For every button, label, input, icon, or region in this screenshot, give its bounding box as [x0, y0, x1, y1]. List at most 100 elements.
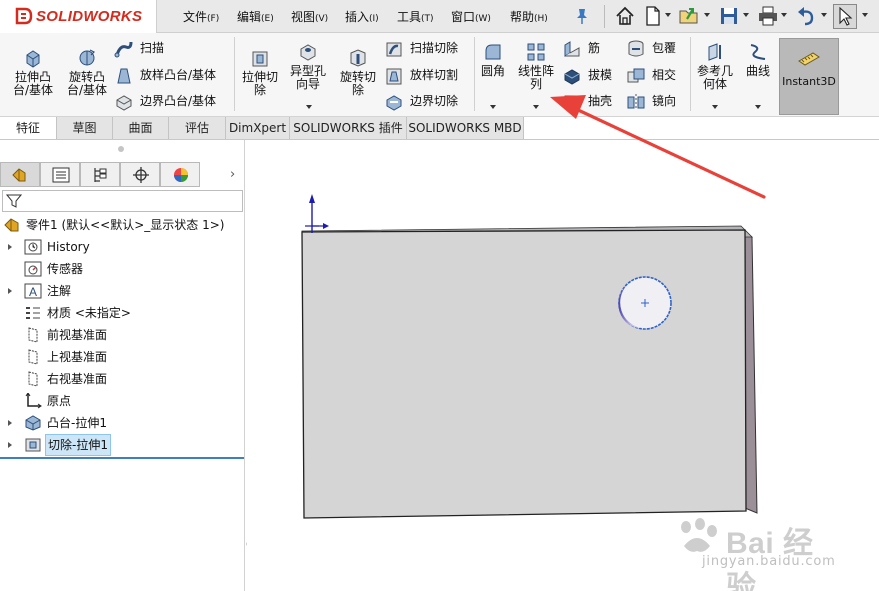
intersect-button[interactable]: 相交	[626, 64, 686, 86]
revolve-boss-icon	[79, 49, 96, 66]
expand-arrow-icon[interactable]	[8, 288, 12, 294]
property-manager-icon	[52, 167, 70, 183]
menu-edit[interactable]: 编辑(E)	[237, 8, 274, 25]
pin-icon[interactable]	[574, 7, 590, 25]
tab-feature-manager[interactable]	[0, 162, 40, 187]
open-folder-icon[interactable]	[678, 5, 700, 27]
chevron-right-icon[interactable]: ›	[230, 167, 235, 182]
tab-dimxpert-manager[interactable]	[120, 162, 160, 187]
curves-icon	[750, 44, 766, 60]
cursor-arrow-icon	[839, 6, 853, 26]
toolbar-divider	[604, 5, 605, 28]
expand-arrow-icon[interactable]	[8, 420, 12, 426]
menu-window[interactable]: 窗口(W)	[451, 8, 491, 25]
print-icon[interactable]	[757, 5, 779, 27]
fillet-button[interactable]: 圆角	[476, 41, 510, 109]
home-icon[interactable]	[614, 5, 636, 27]
tree-item-material[interactable]: 材质 <未指定>	[0, 302, 240, 324]
chevron-down-icon[interactable]	[665, 13, 671, 17]
chevron-down-icon[interactable]	[490, 105, 496, 109]
display-manager-icon	[174, 168, 188, 182]
fillet-label: 圆角	[480, 64, 505, 78]
expand-arrow-icon[interactable]	[8, 442, 12, 448]
loft-boss-button[interactable]: 放样凸台/基体	[114, 64, 234, 86]
tree-item-label: 上视基准面	[47, 350, 108, 364]
save-icon[interactable]	[718, 5, 740, 27]
tree-item-front-plane[interactable]: 前视基准面	[0, 324, 240, 346]
chevron-down-icon[interactable]	[306, 105, 312, 109]
boundary-cut-button[interactable]: 边界切除	[384, 90, 474, 112]
linear-pattern-button[interactable]: 线性阵 列	[512, 41, 560, 109]
tree-filter-bar[interactable]	[2, 190, 243, 212]
tab-dimxpert[interactable]: DimXpert	[226, 117, 290, 139]
tab-solidworks-mbd[interactable]: SOLIDWORKS MBD	[407, 117, 524, 139]
rib-button[interactable]: 筋	[562, 37, 622, 59]
panel-grip[interactable]	[118, 146, 124, 152]
chevron-down-icon[interactable]	[862, 13, 868, 17]
tree-item-boss-extrude1[interactable]: 凸台-拉伸1	[0, 412, 240, 434]
chevron-down-icon[interactable]	[533, 105, 539, 109]
tab-features[interactable]: 特征	[0, 117, 57, 139]
origin-triad	[305, 194, 329, 233]
sweep-cut-button[interactable]: 扫描切除	[384, 37, 474, 59]
solidworks-logo[interactable]: SOLIDWORKS	[0, 0, 157, 33]
expand-arrow-icon[interactable]	[8, 244, 12, 250]
tab-display-manager[interactable]	[160, 162, 200, 187]
tree-item-label: 材质 <未指定>	[47, 306, 131, 320]
boundary-boss-label: 边界凸台/基体	[140, 94, 217, 108]
tab-surfaces[interactable]: 曲面	[113, 117, 169, 139]
revolve-cut-icon	[350, 49, 366, 67]
tree-item-sensors[interactable]: 传感器	[0, 258, 240, 280]
new-document-icon[interactable]	[642, 5, 664, 27]
tree-item-right-plane[interactable]: 右视基准面	[0, 368, 240, 390]
revolve-cut-button[interactable]: 旋转切 除	[334, 47, 382, 97]
chevron-down-icon[interactable]	[743, 13, 749, 17]
undo-icon[interactable]	[795, 5, 817, 27]
tab-property-manager[interactable]	[40, 162, 80, 187]
plate-front-face[interactable]	[301, 229, 747, 519]
curves-label: 曲线	[745, 64, 770, 78]
wrap-button[interactable]: 包覆	[626, 37, 686, 59]
tree-item-origin[interactable]: 原点	[0, 390, 240, 412]
extrude-cut-button[interactable]: 拉伸切 除	[236, 47, 284, 97]
curves-button[interactable]: 曲线	[740, 41, 776, 109]
select-tool-button[interactable]	[833, 4, 857, 29]
revolve-boss-button[interactable]: 旋转凸 台/基体	[60, 47, 114, 97]
menu-help[interactable]: 帮助(H)	[510, 8, 548, 25]
tab-sketch[interactable]: 草图	[57, 117, 113, 139]
ribbon-separator	[234, 37, 235, 111]
tree-item-top-plane[interactable]: 上视基准面	[0, 346, 240, 368]
tree-item-label: 传感器	[47, 262, 84, 276]
tab-configuration-manager[interactable]	[80, 162, 120, 187]
tree-rollback-bar[interactable]	[0, 457, 244, 459]
sweep-button[interactable]: 扫描	[114, 37, 224, 59]
reference-geometry-button[interactable]: 参考几 何体	[693, 41, 737, 109]
revolve-cut-label: 旋转切 除	[339, 70, 376, 97]
tree-root-part[interactable]: 零件1 (默认<<默认>_显示状态 1>)	[2, 214, 242, 236]
feature-manager-panel: › 零件1 (默认<<默认>_显示状态 1>) History 传感器 A 注解…	[0, 140, 245, 591]
menu-insert[interactable]: 插入(I)	[345, 8, 379, 25]
baidu-paw-icon	[681, 518, 717, 552]
tree-item-cut-extrude1[interactable]: 切除-拉伸1	[0, 434, 240, 456]
chevron-down-icon[interactable]	[704, 13, 710, 17]
history-icon	[24, 239, 42, 255]
chevron-down-icon[interactable]	[781, 13, 787, 17]
tab-evaluate[interactable]: 评估	[169, 117, 226, 139]
tab-solidworks-addins[interactable]: SOLIDWORKS 插件	[290, 117, 407, 139]
loft-cut-button[interactable]: 放样切割	[384, 64, 474, 86]
menu-file[interactable]: 文件(F)	[183, 8, 219, 25]
boundary-boss-button[interactable]: 边界凸台/基体	[114, 90, 234, 112]
draft-button[interactable]: 拔模	[562, 64, 622, 86]
chevron-down-icon[interactable]	[821, 13, 827, 17]
menu-view[interactable]: 视图(V)	[291, 8, 328, 25]
instant3d-label: Instant3D	[782, 75, 836, 88]
boundary-boss-icon	[116, 95, 132, 111]
instant3d-button[interactable]: Instant3D	[779, 38, 839, 115]
tree-item-annotations[interactable]: A 注解	[0, 280, 240, 302]
hole-wizard-button[interactable]: 异型孔 向导	[284, 41, 332, 109]
menu-tools[interactable]: 工具(T)	[397, 8, 434, 25]
cut-extrude-hole[interactable]	[618, 276, 672, 330]
extrude-boss-button[interactable]: 拉伸凸 台/基体	[6, 47, 60, 97]
tree-item-history[interactable]: History	[0, 236, 240, 258]
feature-manager-icon	[12, 168, 26, 182]
